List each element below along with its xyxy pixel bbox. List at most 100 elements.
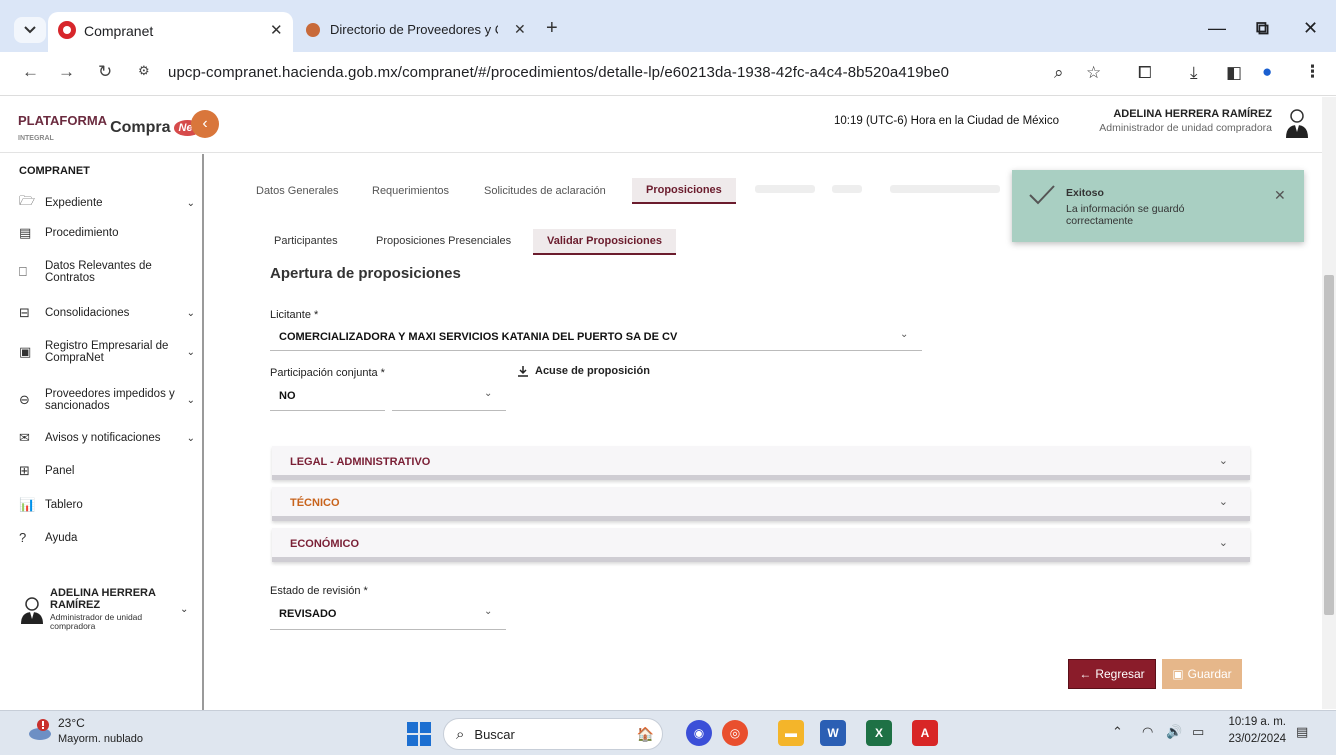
sidebar-item-procedimiento[interactable]: ▤ Procedimiento bbox=[19, 225, 195, 241]
wifi-icon[interactable]: ◠ bbox=[1142, 724, 1153, 740]
server-clock: 10:19 (UTC-6) Hora en la Ciudad de Méxic… bbox=[834, 115, 1059, 127]
tab-search-button[interactable] bbox=[14, 17, 46, 43]
estado-revision-label: Estado de revisión * bbox=[270, 585, 368, 597]
scrollbar-thumb[interactable] bbox=[1324, 275, 1334, 615]
chevron-down-icon: ⌄ bbox=[186, 346, 195, 358]
chevron-down-icon: ⌄ bbox=[186, 197, 195, 209]
collapse-sidebar-button[interactable]: ‹ bbox=[191, 110, 219, 138]
estado-revision-select[interactable]: REVISADO ⌄ bbox=[270, 602, 506, 630]
chat-app-icon[interactable]: ◉ bbox=[686, 720, 712, 746]
sidebar-item-datos-relevantes[interactable]: ⎕ Datos Relevantes de Contratos bbox=[19, 260, 195, 284]
sidebar-item-label: Procedimiento bbox=[45, 227, 119, 239]
tab-favicon bbox=[306, 23, 320, 37]
participacion-select[interactable]: NO ⌄ bbox=[270, 384, 506, 412]
tab-hidden-1[interactable] bbox=[755, 185, 815, 193]
bookmark-star-icon[interactable]: ☆ bbox=[1086, 63, 1101, 83]
sidebar-item-label: Expediente bbox=[45, 197, 103, 209]
new-tab-button[interactable]: + bbox=[546, 17, 558, 40]
close-icon[interactable]: ✕ bbox=[270, 21, 283, 39]
weather-cloud-icon[interactable] bbox=[26, 718, 52, 742]
chevron-up-icon[interactable]: ⌃ bbox=[1112, 724, 1123, 740]
subtab-proposiciones-presenciales[interactable]: Proposiciones Presenciales bbox=[376, 235, 511, 247]
chevron-down-icon[interactable]: ⌄ bbox=[180, 604, 188, 615]
acuse-proposicion-link[interactable]: Acuse de proposición bbox=[517, 365, 650, 377]
download-icon[interactable]: ⤓ bbox=[1190, 63, 1198, 83]
tab-hidden-3[interactable] bbox=[890, 185, 1000, 193]
weather-description: Mayorm. nublado bbox=[58, 733, 143, 745]
taskbar-date[interactable]: 23/02/2024 bbox=[1222, 733, 1286, 745]
mail-icon: ✉ bbox=[19, 430, 30, 445]
reload-icon[interactable]: ↻ bbox=[98, 62, 112, 82]
browser-tab-compranet[interactable]: Compranet ✕ bbox=[48, 12, 293, 52]
sidebar-item-panel[interactable]: ⊞ Panel bbox=[19, 463, 195, 479]
sidebar-item-ayuda[interactable]: ? Ayuda bbox=[19, 530, 195, 545]
sidepanel-icon[interactable]: ◧ bbox=[1226, 63, 1242, 83]
guardar-button[interactable]: ▣ Guardar bbox=[1162, 659, 1242, 689]
restore-button[interactable]: ⧉ bbox=[1256, 18, 1269, 39]
tab-hidden-2[interactable] bbox=[832, 185, 862, 193]
tab-proposiciones[interactable]: Proposiciones bbox=[632, 178, 736, 204]
sidebar-item-expediente[interactable]: 🗁 Expediente ⌄ bbox=[19, 192, 195, 214]
header-user-name: ADELINA HERRERA RAMÍREZ bbox=[1113, 108, 1272, 120]
minimize-button[interactable]: — bbox=[1208, 18, 1226, 39]
close-window-button[interactable]: ✕ bbox=[1303, 18, 1318, 39]
user-avatar-icon[interactable] bbox=[1284, 108, 1310, 138]
sidebar-item-avisos[interactable]: ✉ Avisos y notificaciones ⌄ bbox=[19, 430, 195, 446]
sidebar-item-label: Panel bbox=[45, 465, 75, 477]
search-placeholder: Buscar bbox=[474, 726, 515, 742]
extensions-icon[interactable]: ⧠ bbox=[1138, 63, 1152, 83]
back-arrow-icon[interactable]: ← bbox=[22, 62, 39, 82]
url-text[interactable]: upcp-compranet.hacienda.gob.mx/compranet… bbox=[168, 64, 949, 81]
chevron-down-icon bbox=[24, 26, 36, 34]
stack-icon: ⊟ bbox=[19, 305, 30, 320]
acrobat-app-icon[interactable]: A bbox=[912, 720, 938, 746]
forward-arrow-icon[interactable]: → bbox=[58, 62, 75, 82]
acuse-label: Acuse de proposición bbox=[535, 365, 650, 377]
sidebar-item-label: Datos Relevantes de Contratos bbox=[45, 260, 152, 284]
profile-icon[interactable]: ● bbox=[1262, 62, 1272, 82]
file-explorer-icon[interactable]: ▬ bbox=[778, 720, 804, 746]
chrome-app-icon[interactable]: ◎ bbox=[722, 720, 748, 746]
sidebar-item-tablero[interactable]: 📊 Tablero bbox=[19, 497, 195, 513]
word-app-icon[interactable]: W bbox=[820, 720, 846, 746]
licitante-select[interactable]: COMERCIALIZADORA Y MAXI SERVICIOS KATANI… bbox=[270, 325, 922, 351]
close-icon[interactable]: ✕ bbox=[514, 21, 526, 38]
taskbar-time[interactable]: 10:19 a. m. bbox=[1228, 716, 1286, 728]
tab-title: Compranet bbox=[84, 23, 154, 39]
taskbar-search[interactable]: ⌕ Buscar 🏠 bbox=[443, 718, 663, 750]
success-toast: Exitoso La información se guardó correct… bbox=[1012, 170, 1304, 242]
battery-icon[interactable]: ▭ bbox=[1192, 724, 1204, 740]
logo-prefix: PLATAFORMA INTEGRAL bbox=[18, 113, 108, 142]
sidebar-item-label: Registro Empresarial de CompraNet bbox=[45, 340, 169, 364]
licitante-value: COMERCIALIZADORA Y MAXI SERVICIOS KATANI… bbox=[279, 331, 678, 343]
sidebar-user-name: ADELINA HERRERA RAMÍREZ bbox=[50, 587, 156, 611]
regresar-button[interactable]: ← Regresar bbox=[1068, 659, 1156, 689]
checkmark-icon bbox=[1029, 185, 1055, 205]
sidebar-item-registro-empresarial[interactable]: ▣ Registro Empresarial de CompraNet ⌄ bbox=[19, 340, 195, 364]
windows-taskbar bbox=[0, 710, 1336, 755]
sidebar-item-consolidaciones[interactable]: ⊟ Consolidaciones ⌄ bbox=[19, 305, 195, 321]
windows-start-icon[interactable] bbox=[407, 722, 431, 746]
tab-datos-generales[interactable]: Datos Generales bbox=[256, 185, 339, 197]
chevron-down-icon: ⌄ bbox=[1218, 455, 1228, 467]
guardar-label: Guardar bbox=[1187, 667, 1232, 681]
sidebar-item-proveedores-impedidos[interactable]: ⊖ Proveedores impedidos y sancionados ⌄ bbox=[19, 388, 195, 412]
chevron-down-icon: ⌄ bbox=[900, 329, 909, 340]
compranet-logo[interactable]: PLATAFORMA INTEGRAL Compra Net bbox=[18, 113, 202, 143]
close-icon[interactable]: ✕ bbox=[1274, 187, 1286, 204]
subtab-validar-proposiciones[interactable]: Validar Proposiciones bbox=[533, 229, 676, 255]
zoom-icon[interactable]: ⌕ bbox=[1054, 63, 1064, 83]
accordion-economico[interactable]: ECONÓMICO ⌄ bbox=[272, 528, 1250, 562]
tab-solicitudes-aclaracion[interactable]: Solicitudes de aclaración bbox=[484, 185, 606, 197]
menu-dots-icon[interactable]: ⋮ bbox=[1304, 62, 1321, 82]
subtab-participantes[interactable]: Participantes bbox=[274, 235, 338, 247]
browser-tab-directorio[interactable]: Directorio de Proveedores y C ✕ bbox=[300, 18, 530, 44]
site-settings-icon[interactable]: ⚙ bbox=[138, 63, 150, 79]
accordion-tecnico[interactable]: TÉCNICO ⌄ bbox=[272, 487, 1250, 521]
notification-icon[interactable]: ▤ bbox=[1296, 724, 1308, 740]
id-card-icon: ▣ bbox=[19, 344, 32, 359]
excel-app-icon[interactable]: X bbox=[866, 720, 892, 746]
volume-icon[interactable]: 🔊 bbox=[1166, 724, 1182, 740]
tab-requerimientos[interactable]: Requerimientos bbox=[372, 185, 449, 197]
accordion-legal-administrativo[interactable]: LEGAL - ADMINISTRATIVO ⌄ bbox=[272, 446, 1250, 480]
